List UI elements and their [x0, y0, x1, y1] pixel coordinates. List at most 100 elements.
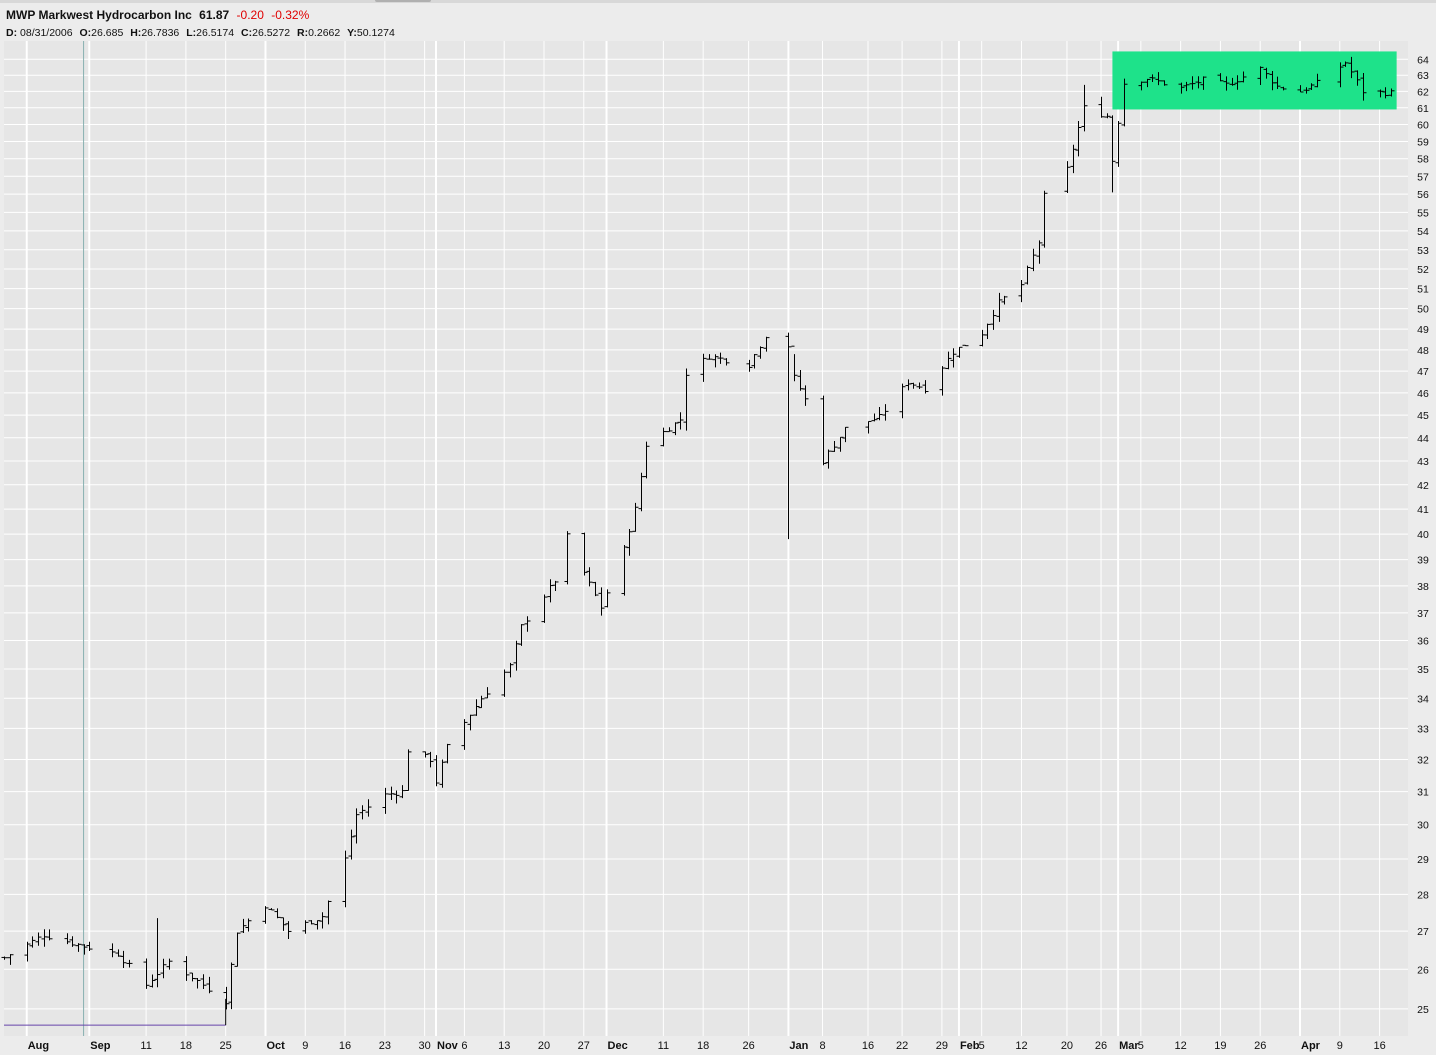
- low-value: 26.5174: [196, 27, 235, 39]
- x-tick-label: 29: [936, 1040, 948, 1052]
- y-tick-label: 54: [1417, 226, 1429, 238]
- y-tick-label: 60: [1417, 119, 1429, 131]
- y-tick-label: 39: [1417, 555, 1429, 567]
- y-tick-label: 62: [1417, 86, 1429, 98]
- x-tick-label: Mar: [1119, 1040, 1139, 1052]
- x-tick-label: 20: [538, 1040, 550, 1052]
- close-label: C:: [241, 27, 253, 39]
- ohlc-readout: D: 08/31/2006 O:26.685 H:26.7836 L:26.51…: [6, 27, 399, 39]
- x-tick-label: 26: [1254, 1040, 1266, 1052]
- y-tick-label: 64: [1417, 54, 1429, 66]
- x-tick-label: Aug: [28, 1040, 49, 1052]
- x-tick-label: Nov: [437, 1040, 459, 1052]
- y-tick-label: 37: [1417, 608, 1429, 620]
- y-tick-label: 49: [1417, 324, 1429, 336]
- y-tick-label: 34: [1417, 693, 1429, 705]
- x-axis-ticks: Aug Sep 11 18 25 Oct 9 16 23 30 Nov 6 13 20 27 Dec 11 18 2…: [28, 1040, 1386, 1052]
- highlight-rect: [1112, 51, 1397, 110]
- x-tick-label: 5: [1138, 1040, 1144, 1052]
- x-tick-label: 26: [743, 1040, 755, 1052]
- y-tick-label: 26: [1417, 964, 1429, 976]
- y-tick-label: 41: [1417, 504, 1429, 516]
- open-value: 26.685: [91, 27, 124, 39]
- y-tick-label: 25: [1417, 1004, 1429, 1016]
- high-value: 26.7836: [141, 27, 180, 39]
- x-tick-label: Dec: [608, 1040, 628, 1052]
- y-tick-label: 55: [1417, 207, 1429, 219]
- y-tick-label: 56: [1417, 189, 1429, 201]
- y-tick-label: 47: [1417, 366, 1429, 378]
- price-change: -0.20: [236, 8, 264, 22]
- x-tick-label: Sep: [90, 1040, 110, 1052]
- x-tick-label: 25: [220, 1040, 232, 1052]
- y-tick-label: 48: [1417, 345, 1429, 357]
- range-value: 0.2662: [308, 27, 341, 39]
- x-tick-label: 27: [578, 1040, 590, 1052]
- x-tick-label: 30: [419, 1040, 431, 1052]
- x-tick-label: 8: [819, 1040, 825, 1052]
- x-tick-label: 16: [1373, 1040, 1385, 1052]
- y-tick-label: 46: [1417, 388, 1429, 400]
- y-tick-label: 43: [1417, 456, 1429, 468]
- date-label: D:: [6, 27, 18, 39]
- range-label: R:: [297, 27, 309, 39]
- y-tick-label: 32: [1417, 755, 1429, 767]
- last-price: 61.87: [199, 8, 230, 22]
- x-tick-label: 9: [1337, 1040, 1343, 1052]
- x-tick-label: 6: [461, 1040, 467, 1052]
- x-tick-label: 16: [339, 1040, 351, 1052]
- x-tick-label: 18: [697, 1040, 709, 1052]
- y-tick-label: 28: [1417, 889, 1429, 901]
- y-tick-label: 50: [1417, 304, 1429, 316]
- y-tick-label: 40: [1417, 529, 1429, 541]
- y-tick-label: 45: [1417, 410, 1429, 422]
- y-tick-label: 42: [1417, 480, 1429, 492]
- price-change-pct: -0.32%: [271, 8, 310, 22]
- date-value: 08/31/2006: [20, 27, 73, 39]
- x-tick-label: 5: [979, 1040, 985, 1052]
- low-label: L:: [186, 27, 197, 39]
- x-tick-label: 11: [658, 1040, 669, 1052]
- x-tick-label: 12: [1175, 1040, 1187, 1052]
- symbol-line: MWP Markwest Hydrocarbon Inc 61.87 -0.20…: [6, 8, 309, 22]
- x-tick-label: 11: [140, 1040, 151, 1052]
- x-tick-label: Apr: [1301, 1040, 1321, 1052]
- y-tick-label: 29: [1417, 854, 1429, 866]
- x-tick-label: 22: [896, 1040, 908, 1052]
- company-name: Markwest Hydrocarbon Inc: [38, 8, 192, 22]
- y-tick-label: 36: [1417, 636, 1429, 648]
- y-tick-label: 58: [1417, 154, 1429, 166]
- y-tick-label: 38: [1417, 581, 1429, 593]
- price-chart[interactable]: 25 26 27 28 29 30 31 32 33 34 35 36 37 38 39 40 41 42 43 44…: [0, 0, 1436, 1055]
- y-tick-label: 44: [1417, 433, 1429, 445]
- y-label: Y:: [347, 27, 357, 39]
- y-tick-label: 31: [1417, 787, 1429, 799]
- y-tick-label: 30: [1417, 820, 1429, 832]
- x-tick-label: Feb: [960, 1040, 980, 1052]
- x-tick-label: 16: [862, 1040, 874, 1052]
- close-value: 26.5272: [252, 27, 291, 39]
- y-tick-label: 59: [1417, 136, 1429, 148]
- x-tick-label: 26: [1095, 1040, 1107, 1052]
- y-tick-label: 53: [1417, 245, 1429, 257]
- x-tick-label: 13: [498, 1040, 510, 1052]
- y-value: 50.1274: [356, 27, 395, 39]
- x-tick-label: 20: [1061, 1040, 1073, 1052]
- y-tick-label: 63: [1417, 70, 1429, 82]
- y-tick-label: 33: [1417, 723, 1429, 735]
- y-tick-label: 35: [1417, 664, 1429, 676]
- x-tick-label: Jan: [789, 1040, 808, 1052]
- x-tick-label: 18: [180, 1040, 192, 1052]
- y-tick-label: 57: [1417, 171, 1429, 183]
- x-tick-label: 9: [302, 1040, 308, 1052]
- y-tick-label: 27: [1417, 926, 1429, 938]
- open-label: O:: [79, 27, 92, 39]
- x-tick-label: 23: [379, 1040, 391, 1052]
- highlight-zone: [1112, 51, 1397, 110]
- chart-header: MWP Markwest Hydrocarbon Inc 61.87 -0.20…: [0, 3, 1436, 41]
- plot-background: [4, 41, 1408, 1036]
- y-tick-label: 51: [1417, 284, 1429, 296]
- symbol: MWP: [6, 8, 36, 22]
- high-label: H:: [130, 27, 142, 39]
- x-tick-label: Oct: [266, 1040, 285, 1052]
